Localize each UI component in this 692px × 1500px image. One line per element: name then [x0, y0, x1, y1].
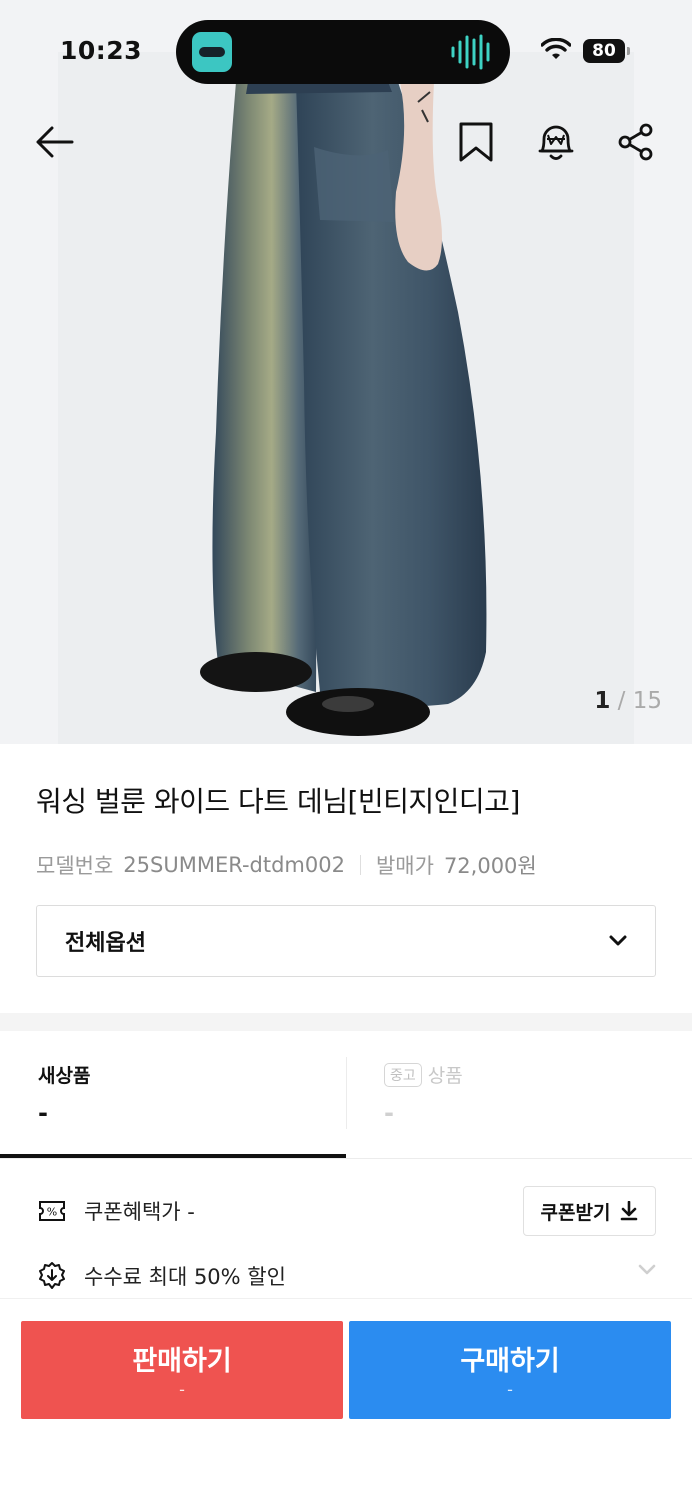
audio-wave-icon: [451, 34, 490, 70]
sell-button-label: 판매하기: [132, 1346, 232, 1377]
tab-new-product[interactable]: 새상품 -: [0, 1031, 346, 1159]
buy-button-label: 구매하기: [460, 1346, 560, 1377]
fee-discount-text: 수수료 최대 50% 할인: [84, 1265, 286, 1289]
gallery-total: 15: [632, 688, 662, 714]
bookmark-icon[interactable]: [454, 120, 498, 164]
gallery-current-index: 1: [594, 688, 611, 714]
product-image-gallery[interactable]: 10:23 80 1 / 15: [0, 0, 692, 744]
release-price-label: 발매가: [375, 854, 434, 878]
battery-indicator: 80: [583, 39, 630, 63]
tab-used-price: -: [384, 1099, 394, 1127]
svg-text:%: %: [47, 1206, 57, 1219]
get-coupon-button[interactable]: 쿠폰받기: [523, 1186, 656, 1236]
discount-icon: [36, 1260, 68, 1292]
tab-new-label: 새상품: [38, 1065, 91, 1087]
option-dropdown-label: 전체옵션: [65, 931, 146, 956]
dynamic-island[interactable]: [176, 20, 510, 84]
chevron-down-icon: [638, 1264, 656, 1275]
chevron-down-icon: [609, 935, 627, 946]
live-activity-app-icon: [192, 32, 232, 72]
meta-divider: [359, 855, 361, 875]
coupon-price-text: 쿠폰혜택가 -: [84, 1200, 195, 1224]
product-title: 워싱 벌룬 와이드 다트 데님[빈티지인디고]: [36, 785, 520, 818]
fee-discount-row[interactable]: 수수료 최대 50% 할인: [36, 1256, 656, 1296]
sell-button[interactable]: 판매하기 -: [21, 1321, 343, 1419]
price-alert-bell-icon[interactable]: [534, 120, 578, 164]
active-tab-indicator: [0, 1154, 346, 1158]
used-badge: 중고: [384, 1062, 422, 1087]
share-icon[interactable]: [614, 120, 658, 164]
back-arrow-icon[interactable]: [32, 120, 76, 164]
get-coupon-label: 쿠폰받기: [540, 1201, 611, 1224]
section-divider: [0, 1013, 692, 1031]
model-number-value: 25SUMMER-dtdm002: [123, 853, 345, 877]
download-icon: [621, 1201, 638, 1221]
status-time: 10:23: [60, 36, 143, 65]
release-price-value: 72,000원: [443, 854, 537, 878]
bottom-action-bar: 판매하기 - 구매하기 -: [0, 1298, 692, 1500]
model-number-label: 모델번호: [36, 854, 114, 878]
product-meta: 모델번호 25SUMMER-dtdm002 발매가 72,000원: [36, 850, 537, 880]
buy-button[interactable]: 구매하기 -: [349, 1321, 671, 1419]
wifi-icon: [541, 38, 571, 59]
gallery-pager: 1 / 15: [594, 688, 662, 714]
tab-used-label: 상품: [427, 1065, 463, 1087]
condition-tabs: 새상품 - 중고 상품 -: [0, 1031, 692, 1159]
option-dropdown[interactable]: 전체옵션: [36, 905, 656, 977]
tab-new-price: -: [38, 1099, 48, 1127]
tab-used-product[interactable]: 중고 상품 -: [346, 1031, 692, 1159]
tab-used-label-group: 중고 상품: [384, 1061, 463, 1088]
coupon-icon: %: [36, 1195, 68, 1227]
gallery-separator: /: [617, 688, 626, 714]
sell-button-price: -: [179, 1380, 185, 1399]
coupon-benefit-row: % 쿠폰혜택가 - 쿠폰받기: [36, 1186, 656, 1236]
buy-button-price: -: [507, 1380, 513, 1399]
